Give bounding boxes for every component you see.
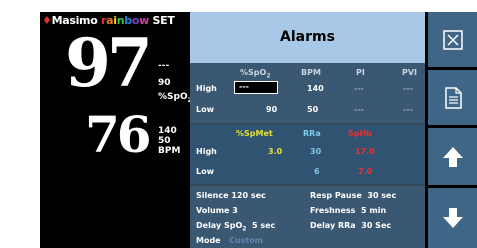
resp-pause-setting[interactable]: Resp Pause 30 sec: [310, 191, 396, 200]
row-label-low: Low: [196, 167, 214, 176]
spo2-unit: %SpO2: [158, 92, 192, 104]
row-label-low: Low: [196, 105, 214, 114]
volume-setting[interactable]: Volume 3: [196, 206, 238, 215]
col-header-pi: PI: [356, 68, 365, 77]
row-label-high: High: [196, 147, 217, 156]
freshness-setting[interactable]: Freshness 5 min: [310, 206, 386, 215]
bpm-high-value[interactable]: 140: [307, 84, 324, 93]
col-header-rra: RRa: [303, 129, 321, 138]
mode-value: Custom: [228, 236, 263, 245]
brand-dot-icon: ♦: [42, 14, 52, 27]
pi-high-value[interactable]: ---: [354, 84, 364, 93]
document-button[interactable]: [428, 70, 477, 125]
delay-spo2-label: Delay SpO2: [196, 221, 247, 233]
close-button[interactable]: [428, 12, 477, 67]
spo2-low-value[interactable]: 90: [266, 105, 277, 114]
delay-spo2-setting[interactable]: Delay SpO2 5 sec: [196, 221, 275, 233]
pulse-rate-value: 76: [85, 105, 152, 164]
dialog-title: Alarms: [280, 29, 335, 45]
bpm-low-value[interactable]: 50: [307, 105, 318, 114]
silence-label: Silence: [196, 191, 229, 200]
arrow-down-icon: [443, 208, 463, 228]
spo2-value: 97: [65, 24, 153, 102]
col-header-spmet: %SpMet: [236, 129, 273, 138]
spo2-high-limit: ---: [158, 61, 170, 71]
volume-value: 3: [232, 206, 238, 215]
delay-rra-value: 30 Sec: [361, 221, 392, 230]
pulse-rate-low-limit: 50: [158, 136, 171, 146]
delay-rra-label: Delay RRa: [310, 221, 356, 230]
row-label-high: High: [196, 84, 217, 93]
resp-pause-value: 30 sec: [367, 191, 397, 200]
dialog-title-bar: Alarms: [190, 12, 425, 63]
silence-value: 120 sec: [231, 191, 266, 200]
scroll-down-button[interactable]: [428, 188, 477, 248]
rra-high-value[interactable]: 30: [310, 147, 321, 156]
spo2-high-input[interactable]: ---: [234, 81, 278, 94]
mode-label: Mode: [196, 236, 221, 245]
freshness-value: 5 min: [361, 206, 387, 215]
arrow-up-icon: [443, 147, 463, 167]
alarm-settings: Silence 120 sec Resp Pause 30 sec Volume…: [190, 186, 425, 248]
sidebar: [428, 12, 477, 248]
delay-rra-setting[interactable]: Delay RRa 30 Sec: [310, 221, 391, 230]
scroll-up-button[interactable]: [428, 128, 477, 185]
alarms-dialog: Alarms %SpO2 BPM PI PVI High --- 140 ---…: [190, 12, 425, 248]
resp-pause-label: Resp Pause: [310, 191, 362, 200]
document-icon: [445, 87, 462, 109]
delay-spo2-value: 5 sec: [252, 221, 276, 230]
monitor-screen: ♦Masimo rainbow SET 97 --- 90 %SpO2 76 1…: [40, 12, 477, 248]
pulse-rate-unit: BPM: [158, 146, 181, 156]
silence-setting[interactable]: Silence 120 sec: [196, 191, 266, 200]
col-header-sphb: SpHb: [348, 129, 372, 138]
col-header-bpm: BPM: [301, 68, 321, 77]
spmet-high-value[interactable]: 3.0: [268, 147, 282, 156]
volume-label: Volume: [196, 206, 230, 215]
spo2-low-limit: 90: [158, 78, 171, 88]
alarm-limits-rainbow: %SpMet RRa SpHb High 3.0 30 17.0 Low 6 7…: [190, 125, 425, 184]
col-header-spo2: %SpO2: [240, 68, 271, 80]
freshness-label: Freshness: [310, 206, 356, 215]
pvi-low-value[interactable]: ---: [403, 105, 413, 114]
close-icon: [443, 30, 463, 50]
rra-low-value[interactable]: 6: [314, 167, 320, 176]
col-header-pvi: PVI: [402, 68, 418, 77]
brand-suffix: SET: [152, 14, 175, 27]
sphb-low-value[interactable]: 7.0: [358, 167, 372, 176]
pvi-high-value[interactable]: ---: [403, 84, 413, 93]
pi-low-value[interactable]: ---: [354, 105, 364, 114]
sphb-high-value[interactable]: 17.0: [355, 147, 375, 156]
mode-setting[interactable]: Mode Custom: [196, 236, 263, 245]
pulse-rate-high-limit: 140: [158, 126, 177, 136]
alarm-limits-primary: %SpO2 BPM PI PVI High --- 140 --- --- Lo…: [190, 63, 425, 123]
